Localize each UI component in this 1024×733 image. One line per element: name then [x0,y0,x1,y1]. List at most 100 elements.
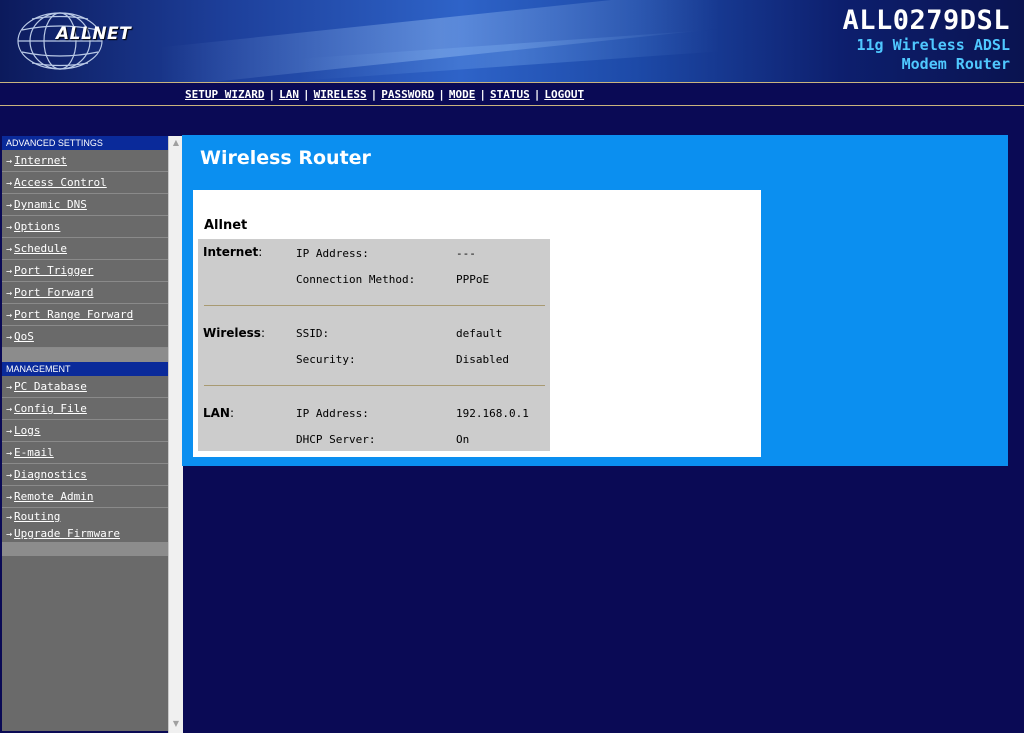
arrow-right-icon: → [6,448,13,459]
sidebar-link[interactable]: Port Forward [14,286,93,299]
scroll-up-icon[interactable]: ▲ [169,136,183,150]
arrow-right-icon: → [6,382,13,393]
sidebar-link[interactable]: Routing [14,510,60,523]
sidebar-item-qos[interactable]: → QoS [2,326,168,348]
sidebar-item-routing[interactable]: → Routing [2,508,168,525]
security-value: Disabled [456,353,509,366]
sidebar-link[interactable]: E-mail [14,446,54,459]
arrow-right-icon: → [6,244,13,255]
connection-method-label: Connection Method: [296,273,416,286]
arrow-right-icon: → [6,512,13,523]
section-divider [204,385,545,386]
sidebar-item-port-forward[interactable]: → Port Forward [2,282,168,304]
sidebar-item-email[interactable]: → E-mail [2,442,168,464]
model-subtitle: 11g Wireless ADSL [856,36,1010,54]
wireless-section-label: Wireless: [203,326,265,340]
sidebar-link[interactable]: Access Control [14,176,107,189]
arrow-right-icon: → [6,404,13,415]
arrow-right-icon: → [6,470,13,481]
sidebar-item-dynamic-dns[interactable]: → Dynamic DNS [2,194,168,216]
section-divider [204,305,545,306]
lan-section-label: LAN: [203,406,234,420]
sidebar-link[interactable]: Upgrade Firmware [14,527,120,540]
nav-separator: | [479,88,486,101]
section-colon: : [260,326,265,340]
sidebar-spacer [2,348,168,362]
page-title: Wireless Router [200,147,371,169]
arrow-right-icon: → [6,426,13,437]
nav-link-setup-wizard[interactable]: SETUP WIZARD [185,88,264,101]
nav-link-lan[interactable]: LAN [279,88,299,101]
nav-separator: | [438,88,445,101]
sidebar-item-config-file[interactable]: → Config File [2,398,168,420]
sidebar-item-pc-database[interactable]: → PC Database [2,376,168,398]
sidebar-link[interactable]: Remote Admin [14,490,93,503]
sidebar: ADVANCED SETTINGS → Internet → Access Cont… [2,136,168,731]
section-colon: : [258,245,263,259]
model-name: ALL0279DSL [842,5,1010,36]
nav-link-mode[interactable]: MODE [449,88,476,101]
sidebar-link[interactable]: Config File [14,402,87,415]
device-name: Allnet [204,218,248,233]
nav-separator: | [533,88,541,101]
top-nav-bar: SETUP WIZARD | LAN | WIRELESS | PASSWORD | MODE |… [0,82,1024,106]
internet-ip-label: IP Address: [296,247,369,260]
arrow-right-icon: → [6,332,13,343]
sidebar-link[interactable]: Diagnostics [14,468,87,481]
sidebar-link[interactable]: Port Trigger [14,264,93,277]
arrow-right-icon: → [6,266,13,277]
sidebar-link[interactable]: Internet [14,154,67,167]
ssid-label: SSID: [296,327,330,340]
arrow-right-icon: → [6,200,13,211]
main-panel: Wireless Router Allnet Internet: IP Addr… [182,135,1008,466]
arrow-right-icon: → [6,310,13,321]
sidebar-link[interactable]: QoS [14,330,34,343]
top-nav-links: SETUP WIZARD | LAN | WIRELESS | PASSWORD | MODE |… [185,88,584,101]
sidebar-item-upgrade-firmware[interactable]: → Upgrade Firmware [2,525,168,542]
scroll-down-icon[interactable]: ▼ [169,717,183,731]
sidebar-item-schedule[interactable]: → Schedule [2,238,168,260]
sidebar-scrollbar[interactable]: ▲ ▼ [168,136,183,733]
arrow-right-icon: → [6,288,13,299]
header-banner: ALLNET ALL0279DSL 11g Wireless ADSL Mode… [0,0,1024,82]
dhcp-server-value: On [456,433,470,446]
sidebar-link[interactable]: Options [14,220,60,233]
sidebar-link[interactable]: PC Database [14,380,87,393]
management-header: MANAGEMENT [2,362,168,376]
nav-link-password[interactable]: PASSWORD [381,88,434,101]
sidebar-link[interactable]: Port Range Forward [14,308,133,321]
lan-ip-value: 192.168.0.1 [456,407,529,420]
sidebar-link[interactable]: Logs [14,424,41,437]
arrow-right-icon: → [6,529,13,540]
nav-separator: | [370,88,378,101]
section-label-text: Wireless [203,326,261,340]
sidebar-item-internet[interactable]: → Internet [2,150,168,172]
status-table: Internet: IP Address: --- Connection Met… [198,239,550,451]
section-colon: : [229,406,235,420]
sidebar-item-options[interactable]: → Options [2,216,168,238]
lan-ip-label: IP Address: [296,407,369,420]
arrow-right-icon: → [6,178,13,189]
sidebar-item-port-range-forward[interactable]: → Port Range Forward [2,304,168,326]
sidebar-item-access-control[interactable]: → Access Control [2,172,168,194]
nav-link-logout[interactable]: LOGOUT [544,88,584,101]
sidebar-item-port-trigger[interactable]: → Port Trigger [2,260,168,282]
connection-method-value: PPPoE [456,273,490,286]
sidebar-item-remote-admin[interactable]: → Remote Admin [2,486,168,508]
sidebar-link[interactable]: Dynamic DNS [14,198,87,211]
sidebar-item-logs[interactable]: → Logs [2,420,168,442]
nav-separator: | [268,88,276,101]
sidebar-spacer [2,542,168,556]
ssid-value: default [456,327,503,340]
arrow-right-icon: → [6,156,13,167]
sidebar-link[interactable]: Schedule [14,242,67,255]
logo-text: ALLNET [56,24,132,44]
arrow-right-icon: → [6,492,13,503]
sidebar-item-diagnostics[interactable]: → Diagnostics [2,464,168,486]
arrow-right-icon: → [6,222,13,233]
model-block: ALL0279DSL 11g Wireless ADSL Modem Route… [842,6,1010,74]
model-subtitle: Modem Router [901,55,1010,73]
internet-section-label: Internet: [203,245,262,259]
nav-link-wireless[interactable]: WIRELESS [314,88,367,101]
nav-link-status[interactable]: STATUS [490,88,530,101]
